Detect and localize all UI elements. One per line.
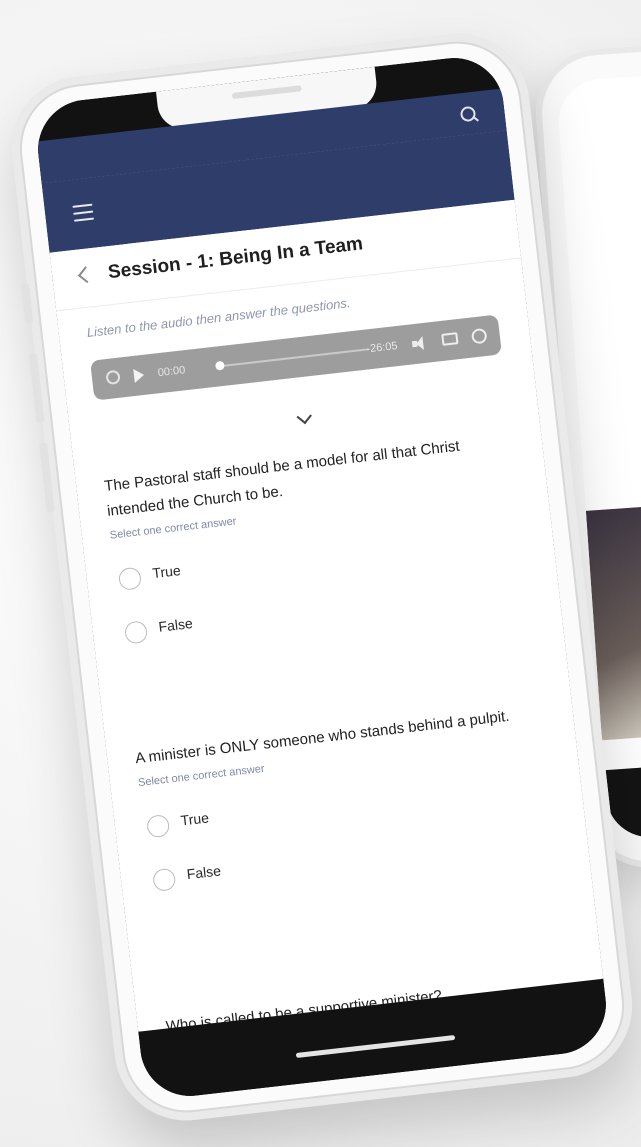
play-icon[interactable] <box>133 367 145 383</box>
question-2: A minister is ONLY someone who stands be… <box>134 700 558 896</box>
chevron-down-icon[interactable] <box>296 408 312 425</box>
question-1: The Pastoral staff should be a model for… <box>103 428 530 649</box>
audio-progress-knob[interactable] <box>214 360 225 371</box>
option-label: True <box>179 809 210 829</box>
back-chevron-icon[interactable] <box>77 266 95 284</box>
cast-icon[interactable] <box>441 332 459 346</box>
mockup-scene: W <box>0 0 641 1147</box>
radio-button[interactable] <box>145 813 171 839</box>
phone-screen: Session - 1: Being In a Team Listen to t… <box>32 52 612 1102</box>
radio-button[interactable] <box>152 867 177 892</box>
option-label: False <box>157 614 194 635</box>
audio-current-time: 00:00 <box>157 364 186 380</box>
phone-volume-down-button <box>39 442 55 513</box>
option-label: False <box>185 862 222 883</box>
more-options-icon[interactable] <box>470 327 488 345</box>
audio-remaining-time: -26:05 <box>365 340 399 356</box>
radio-button[interactable] <box>117 566 143 591</box>
phone-mute-switch <box>20 283 34 324</box>
home-indicator[interactable] <box>295 1034 456 1059</box>
volume-icon[interactable] <box>411 336 428 352</box>
phone-volume-up-button <box>28 352 45 424</box>
notch-speaker <box>231 85 302 100</box>
replay-icon[interactable] <box>105 369 121 386</box>
search-icon[interactable] <box>459 105 480 125</box>
hamburger-menu-icon[interactable] <box>72 203 95 222</box>
session-content: Session - 1: Being In a Team Listen to t… <box>49 199 604 1057</box>
audio-progress-track[interactable] <box>219 348 369 368</box>
radio-button[interactable] <box>123 620 149 645</box>
option-label: True <box>151 562 182 582</box>
page-title: Session - 1: Being In a Team <box>106 233 364 284</box>
